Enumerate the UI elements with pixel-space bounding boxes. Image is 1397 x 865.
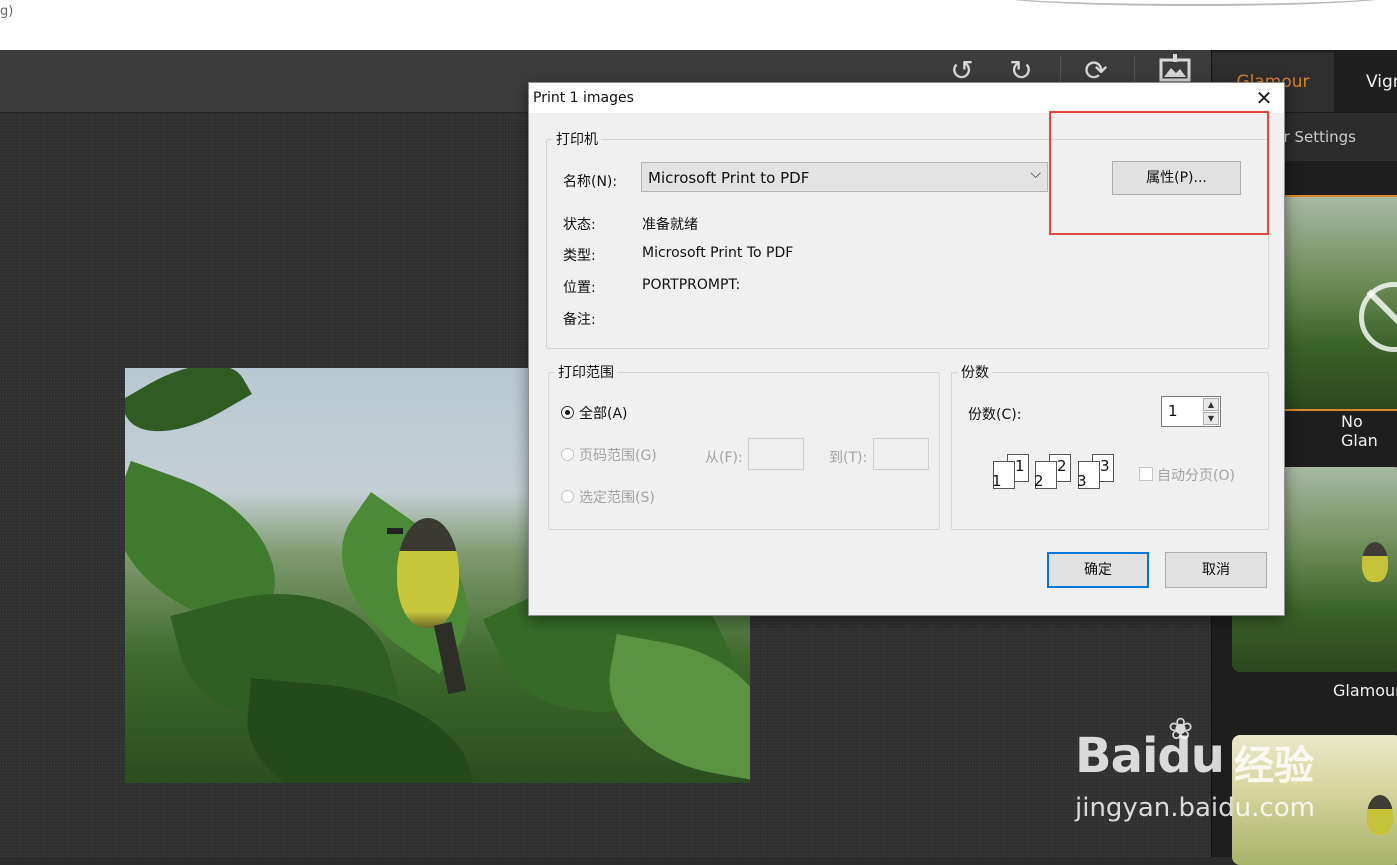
copies-count-label: 份数(C): — [968, 407, 1022, 423]
dialog-titlebar: Print 1 images ✕ — [529, 83, 1284, 113]
copies-group: 份数 — [951, 362, 1269, 530]
range-all-radio[interactable] — [561, 406, 574, 419]
range-pages-label: 页码范围(G) — [579, 448, 657, 464]
status-label: 状态: — [563, 217, 596, 233]
print-range-title: 打印范围 — [558, 365, 614, 381]
dialog-title: Print 1 images — [533, 90, 634, 106]
printer-name-label: 名称(N): — [563, 174, 618, 190]
browser-top-strip: g) — [0, 0, 1397, 50]
location-label: 位置: — [563, 280, 596, 296]
no-effect-icon — [1359, 282, 1397, 352]
browser-curve-decoration — [985, 0, 1397, 6]
type-value: Microsoft Print To PDF — [642, 245, 794, 261]
preset-label-glamour: Glamour — [1333, 681, 1397, 700]
paw-icon: ❀ — [1168, 712, 1194, 747]
collate-page-front-3: 3 — [1077, 461, 1100, 490]
printer-select[interactable]: Microsoft Print to PDF ⌵ — [641, 162, 1048, 192]
collate-page-front-2: 2 — [1034, 461, 1057, 490]
range-to-input[interactable] — [873, 438, 929, 470]
collate-checkbox[interactable] — [1139, 467, 1153, 481]
baidu-watermark-url: jingyan.baidu.com — [1075, 793, 1315, 823]
collate-page-front-1: 1 — [992, 461, 1015, 490]
properties-highlight-box — [1049, 111, 1269, 235]
range-selection-label: 选定范围(S) — [579, 490, 655, 506]
stepper-down-icon[interactable]: ▼ — [1203, 412, 1219, 425]
range-all-label: 全部(A) — [579, 406, 628, 422]
comment-label: 备注: — [563, 312, 596, 328]
collate-label: 自动分页(O) — [1157, 468, 1235, 484]
printer-select-value: Microsoft Print to PDF — [648, 169, 810, 187]
close-icon[interactable]: ✕ — [1254, 86, 1274, 110]
copies-count-value: 1 — [1168, 402, 1178, 420]
copies-group-title: 份数 — [961, 365, 989, 381]
stepper-up-icon[interactable]: ▲ — [1203, 398, 1219, 411]
range-pages-radio[interactable] — [561, 448, 574, 461]
chevron-down-icon: ⌵ — [1030, 166, 1041, 182]
ok-button[interactable]: 确定 — [1047, 552, 1149, 588]
cancel-button[interactable]: 取消 — [1165, 552, 1267, 588]
location-value: PORTPROMPT: — [642, 277, 741, 293]
printer-group-title: 打印机 — [556, 132, 598, 148]
settings-label: ur Settings — [1274, 128, 1356, 146]
preset-label-no-glamour: No Glan — [1341, 412, 1378, 450]
status-value: 准备就绪 — [642, 217, 698, 233]
range-from-label: 从(F): — [705, 450, 743, 466]
copies-stepper[interactable]: 1 ▲ ▼ — [1161, 396, 1221, 427]
tab-vignette[interactable]: Vign — [1336, 52, 1397, 112]
baidu-watermark-cn: 经验 — [1234, 743, 1314, 789]
range-to-label: 到(T): — [829, 450, 868, 466]
type-label: 类型: — [563, 248, 596, 264]
range-from-input[interactable] — [748, 438, 804, 470]
baidu-watermark-logo: Baidu — [1075, 728, 1225, 784]
url-fragment: g) — [0, 4, 14, 19]
range-selection-radio[interactable] — [561, 490, 574, 503]
